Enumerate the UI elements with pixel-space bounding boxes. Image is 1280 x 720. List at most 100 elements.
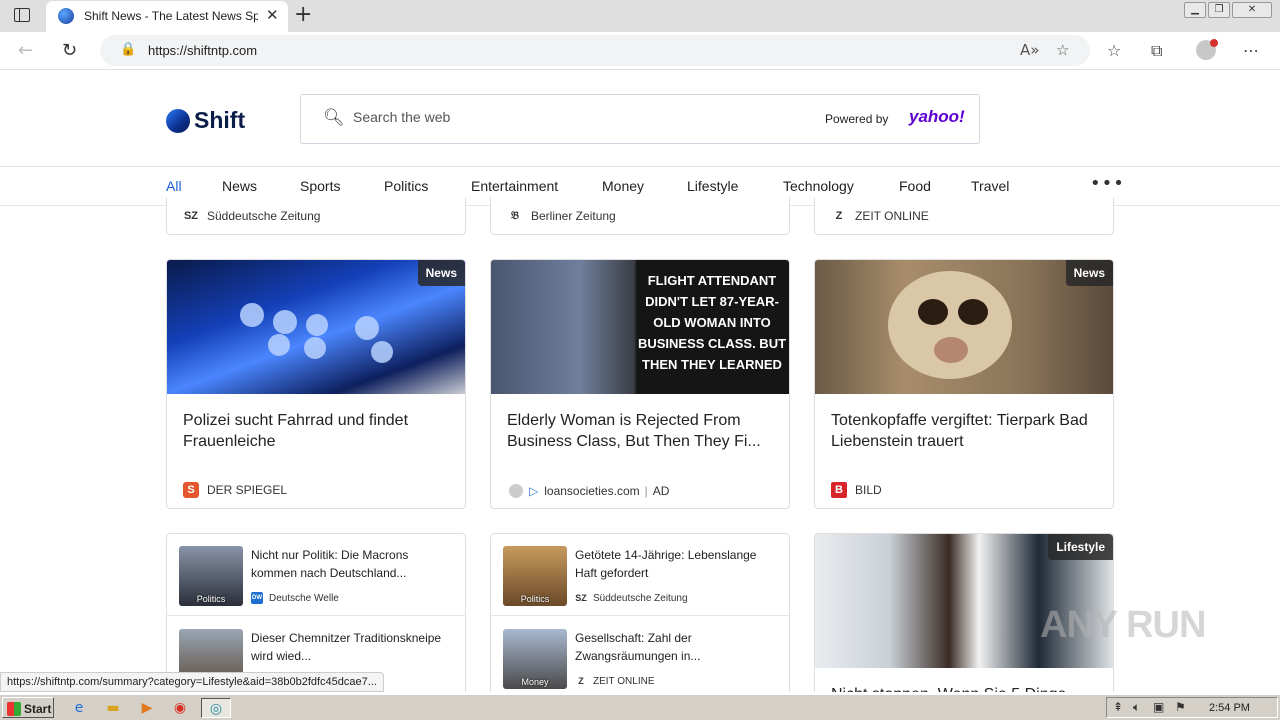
status-url-tooltip: https://shiftntp.com/summary?category=Li… — [0, 672, 384, 692]
nav-sports[interactable]: Sports — [300, 178, 340, 194]
shift-logo-text: Shift — [194, 107, 246, 133]
item-title[interactable]: Getötete 14-Jährige: Lebenslange Haft ge… — [575, 546, 775, 582]
card-headline[interactable]: Elderly Woman is Rejected From Business … — [507, 410, 773, 452]
search-icon[interactable]: 🔍︎ — [323, 108, 345, 128]
card-headline[interactable]: Polizei sucht Fahrrad und findet Frauenl… — [183, 410, 449, 452]
url-field[interactable]: 🔒 https://shiftntp.com A» ☆ — [100, 35, 1090, 66]
nav-technology[interactable]: Technology — [783, 178, 854, 194]
partial-card[interactable]: Z ZEIT ONLINE — [814, 197, 1114, 235]
nav-all[interactable]: All — [166, 178, 182, 207]
explorer-folder-icon[interactable]: ▬ — [102, 698, 124, 718]
category-badge: News — [417, 260, 465, 286]
minimize-button[interactable]: ▁ — [1184, 2, 1206, 18]
close-tab-icon[interactable]: ✕ — [266, 6, 279, 24]
item-title[interactable]: Nicht nur Politik: Die Macrons kommen na… — [251, 546, 451, 582]
url-text[interactable]: https://shiftntp.com — [148, 43, 257, 58]
list-item[interactable]: Politics Nicht nur Politik: Die Macrons … — [167, 534, 465, 616]
category-badge: Lifestyle — [1048, 534, 1113, 560]
nav-travel[interactable]: Travel — [971, 178, 1009, 194]
news-card[interactable]: News Totenkopfaffe vergiftet: Tierpark B… — [814, 259, 1114, 509]
edge-icon[interactable]: ◎ — [201, 698, 231, 718]
zeit-online-icon: Z — [578, 676, 584, 686]
list-item[interactable]: Money Gesellschaft: Zahl der Zwangsräumu… — [491, 617, 789, 692]
favorites-icon[interactable]: ☆ — [1107, 41, 1121, 60]
lock-icon[interactable]: 🔒 — [120, 42, 136, 57]
item-title[interactable]: Gesellschaft: Zahl der Zwangsräumungen i… — [575, 629, 775, 665]
sueddeutsche-icon: SZ — [575, 593, 587, 603]
item-source: ZEIT ONLINE — [593, 675, 655, 687]
mini-list-card: Politics Nicht nur Politik: Die Macrons … — [166, 533, 466, 692]
partial-card[interactable]: 𝔅 Berliner Zeitung — [490, 197, 790, 235]
source-name: Berliner Zeitung — [531, 209, 616, 223]
network-icon[interactable]: ▣ — [1153, 700, 1164, 714]
collections-icon[interactable]: ⧉ — [1151, 41, 1162, 61]
item-thumbnail: Politics — [179, 546, 243, 606]
start-button[interactable]: Start — [2, 697, 54, 718]
category-badge: News — [1065, 260, 1113, 286]
system-tray: ⇞ 🔈︎ ▣ ⚑ 2:54 PM — [1106, 697, 1278, 718]
ad-image-text: FLIGHT ATTENDANT DIDN'T LET 87-YEAR-OLD … — [637, 273, 787, 372]
new-tab-button[interactable]: + — [294, 2, 312, 27]
back-icon[interactable]: ← — [18, 40, 33, 61]
nav-lifestyle[interactable]: Lifestyle — [687, 178, 738, 194]
site-favicon-icon — [58, 8, 74, 24]
profile-avatar[interactable] — [1196, 39, 1218, 60]
read-aloud-icon[interactable]: A» — [1020, 41, 1039, 59]
taskbar: Start e ▬ ▶ ◉ ◎ ⇞ 🔈︎ ▣ ⚑ 2:54 PM — [0, 694, 1280, 720]
item-thumbnail: Money — [503, 629, 567, 689]
browser-titlebar: Shift News - The Latest News Spo ✕ + ▁ ❐… — [0, 0, 1280, 32]
tray-expand-icon[interactable]: ⇞ — [1113, 700, 1123, 714]
nav-news[interactable]: News — [222, 178, 257, 194]
dw-icon: DW — [251, 592, 263, 604]
thumbnail-label: Politics — [196, 594, 226, 604]
shift-logo[interactable]: Shift — [166, 107, 245, 134]
clock[interactable]: 2:54 PM — [1209, 702, 1250, 714]
address-bar-row: ← ↻ 🔒 https://shiftntp.com A» ☆ ☆ ⧉ ⋯ — [0, 32, 1280, 70]
windows-flag-icon — [7, 701, 21, 716]
source-name: ZEIT ONLINE — [855, 209, 929, 223]
card-image: FLIGHT ATTENDANT DIDN'T LET 87-YEAR-OLD … — [491, 260, 789, 394]
partial-card[interactable]: SZ Süddeutsche Zeitung — [166, 197, 466, 235]
start-label: Start — [24, 701, 52, 716]
item-source: Süddeutsche Zeitung — [593, 592, 688, 604]
tab-actions-icon[interactable] — [14, 8, 30, 22]
bild-icon: B — [831, 482, 847, 498]
berliner-zeitung-icon: 𝔅 — [511, 210, 519, 222]
volume-icon[interactable]: 🔈︎ — [1133, 700, 1140, 715]
close-window-button[interactable]: ✕ — [1232, 2, 1272, 18]
add-favorite-icon[interactable]: ☆ — [1056, 41, 1069, 59]
shift-logo-icon — [166, 108, 190, 133]
ad-label: AD — [652, 484, 670, 498]
list-item[interactable]: Politics Getötete 14-Jährige: Lebenslang… — [491, 534, 789, 616]
browser-tab[interactable]: Shift News - The Latest News Spo ✕ — [46, 1, 288, 32]
search-box: 🔍︎ Powered by yahoo! — [300, 94, 980, 144]
news-card[interactable]: News Polizei sucht Fahrrad und findet Fr… — [166, 259, 466, 509]
action-center-flag-icon[interactable]: ⚑ — [1175, 700, 1186, 714]
more-categories-icon[interactable]: ••• — [1090, 173, 1125, 194]
source-name: DER SPIEGEL — [207, 483, 288, 497]
chrome-icon[interactable]: ◉ — [169, 698, 191, 718]
advertiser-icon — [509, 484, 523, 498]
media-player-icon[interactable]: ▶ — [136, 698, 158, 718]
search-input[interactable] — [353, 109, 753, 125]
item-title[interactable]: Dieser Chemnitzer Traditionskneipe wird … — [251, 629, 451, 665]
internet-explorer-icon[interactable]: e — [68, 698, 90, 718]
settings-more-icon[interactable]: ⋯ — [1243, 41, 1259, 60]
yahoo-logo[interactable]: yahoo! — [909, 107, 965, 127]
powered-by-label: Powered by — [825, 112, 889, 126]
advertiser-name[interactable]: loansocieties.com — [544, 484, 639, 498]
card-headline[interactable]: Totenkopfaffe vergiftet: Tierpark Bad Li… — [831, 410, 1097, 452]
tab-title: Shift News - The Latest News Spo — [84, 9, 258, 23]
nav-money[interactable]: Money — [602, 178, 644, 194]
ad-card[interactable]: FLIGHT ATTENDANT DIDN'T LET 87-YEAR-OLD … — [490, 259, 790, 509]
spiegel-icon: S — [183, 482, 199, 498]
item-thumbnail: Politics — [503, 546, 567, 606]
nav-food[interactable]: Food — [899, 178, 931, 194]
nav-politics[interactable]: Politics — [384, 178, 428, 194]
refresh-icon[interactable]: ↻ — [62, 40, 77, 61]
card-headline[interactable]: Nicht stoppen, Wenn Sie 5 Dinge — [831, 684, 1097, 692]
thumbnail-label: Politics — [520, 594, 550, 604]
restore-button[interactable]: ❐ — [1208, 2, 1230, 18]
ad-choices-icon[interactable]: ▷ — [529, 484, 538, 498]
nav-entertainment[interactable]: Entertainment — [471, 178, 558, 194]
